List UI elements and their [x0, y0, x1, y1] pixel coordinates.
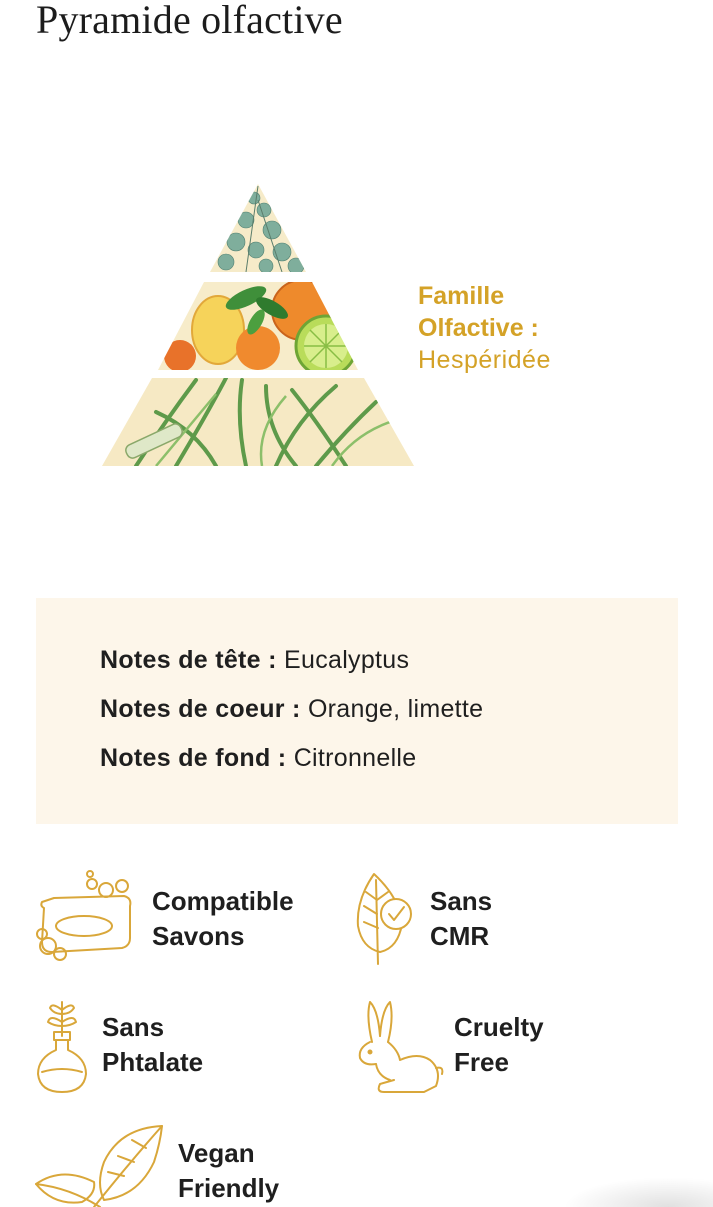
feature-label: Sans CMR — [430, 884, 492, 954]
leaves-icon — [35, 1125, 163, 1207]
feature-label-line2: Friendly — [178, 1173, 280, 1203]
rabbit-icon — [358, 1001, 444, 1093]
feature-label-line2: Phtalate — [102, 1047, 204, 1077]
feature-label-line1: Compatible — [152, 886, 294, 916]
notes-panel: Notes de tête : Eucalyptus Notes de coeu… — [36, 598, 678, 824]
feature-label: Compatible Savons — [152, 884, 294, 954]
heart-notes-line: Notes de coeur : Orange, limette — [100, 695, 483, 724]
family-label: Famille — [418, 282, 505, 310]
plant-flask-icon — [37, 1001, 87, 1093]
feature-compatible-savons: Compatible Savons — [0, 860, 340, 980]
feature-label-line1: Sans — [102, 1012, 165, 1042]
base-notes-value: Citronnelle — [293, 744, 417, 772]
feature-sans-phtalate: Sans Phtalate — [0, 990, 340, 1110]
family-value: Hespéridée — [418, 346, 551, 374]
feature-label-line2: Savons — [152, 921, 245, 951]
feature-label-line1: Vegan — [178, 1138, 255, 1168]
top-notes-label: Notes de tête : — [100, 646, 277, 674]
feature-label-line1: Sans — [430, 886, 493, 916]
bottom-shadow — [563, 1177, 713, 1207]
base-notes-tier — [102, 378, 414, 466]
olfactive-pyramid-image — [102, 184, 414, 466]
feature-label: Cruelty Free — [454, 1010, 544, 1080]
heart-notes-label: Notes de coeur : — [100, 695, 301, 723]
heart-notes-value: Orange, limette — [307, 695, 484, 723]
top-notes-tier — [210, 184, 306, 272]
feature-label-line2: Free — [454, 1047, 509, 1077]
feature-sans-cmr: Sans CMR — [350, 860, 690, 980]
feature-cruelty-free: Cruelty Free — [350, 990, 690, 1110]
soap-icon — [36, 870, 132, 961]
base-notes-label: Notes de fond : — [100, 744, 287, 772]
feature-vegan-friendly: Vegan Friendly — [0, 1120, 340, 1207]
feature-label-line1: Cruelty — [454, 1012, 544, 1042]
feature-label-line2: CMR — [430, 921, 490, 951]
olfactive-family: Famille Olfactive : Hespéridée — [418, 280, 551, 376]
top-notes-line: Notes de tête : Eucalyptus — [100, 646, 409, 675]
page-title: Pyramide olfactive — [36, 0, 343, 42]
feature-label: Vegan Friendly — [178, 1136, 279, 1206]
base-notes-line: Notes de fond : Citronnelle — [100, 744, 417, 773]
family-label-2: Olfactive : — [418, 314, 539, 342]
heart-notes-tier — [158, 282, 358, 370]
feature-label: Sans Phtalate — [102, 1010, 203, 1080]
top-notes-value: Eucalyptus — [284, 646, 410, 674]
leaf-check-icon — [356, 873, 412, 965]
